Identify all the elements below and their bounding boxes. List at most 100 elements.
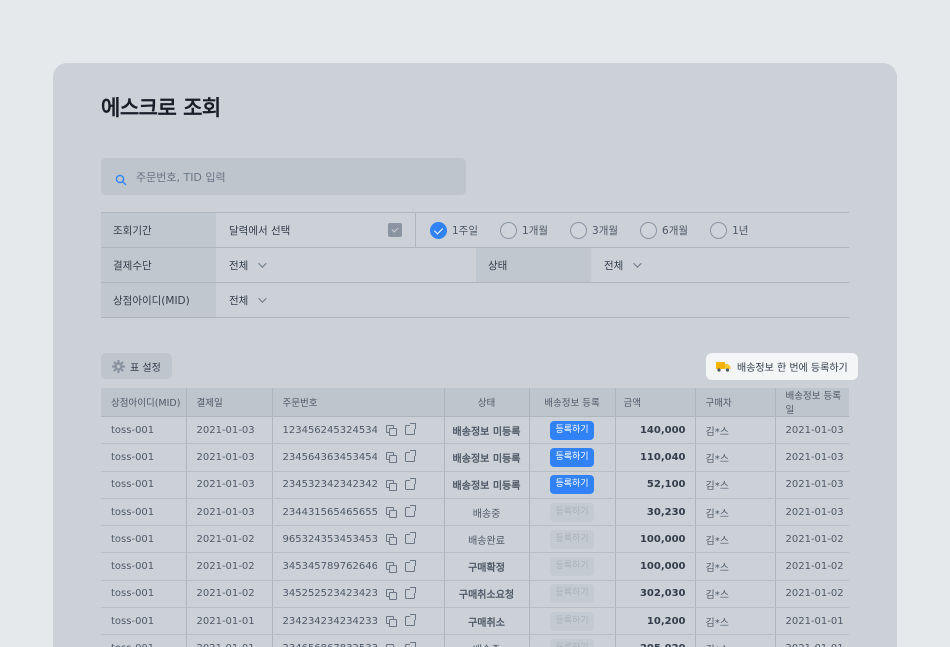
payment-select[interactable]: 전체 [216, 248, 476, 282]
copy-icon[interactable] [385, 452, 397, 464]
register-shipping-button[interactable]: 등록하기 [550, 447, 594, 467]
page-title: 에스크로 조회 [101, 96, 221, 120]
table-row: toss-001 2021-01-02 9653243534534534 배송완료 등록… [101, 525, 849, 554]
date-picker-text: 달력에서 선택 [229, 224, 291, 237]
gear-icon [112, 359, 125, 373]
period-radio-option[interactable]: 6개월 [640, 221, 689, 239]
cell-shipping: 등록하기 [529, 471, 616, 499]
mid-select[interactable]: 전체 [216, 283, 267, 317]
cell-buyer: 김*스 [695, 443, 776, 472]
cell-date: 2021-01-02 [186, 525, 273, 554]
table-row: toss-001 2021-01-01 2342342342342334 구매취소 등록… [101, 607, 849, 636]
table-row: toss-001 2021-01-03 1234562453245345 배송정보 미… [101, 416, 849, 445]
radio-unchecked-icon [710, 221, 728, 239]
cell-order: 3452525234234234 [272, 580, 445, 609]
register-shipping-button: 등록하기 [550, 529, 594, 549]
external-link-icon[interactable] [404, 450, 416, 463]
filter-row-period: 조회기간 달력에서 선택 1주일 1개월 3개월 6개월 1년 [101, 213, 849, 248]
cell-mid: toss-001 [101, 443, 187, 472]
external-link-icon[interactable] [404, 505, 416, 518]
cell-order: 2342342342342334 [272, 607, 445, 636]
cell-buyer: 김*스 [695, 607, 776, 636]
cell-date: 2021-01-01 [186, 607, 273, 636]
external-link-icon[interactable] [404, 532, 416, 545]
chevron-down-icon [258, 259, 267, 268]
cell-mid: toss-001 [101, 416, 187, 445]
copy-icon[interactable] [385, 588, 397, 600]
col-status: 상태 [444, 388, 530, 417]
cell-reg-date: 2021-01-03 [775, 443, 849, 472]
table-row: toss-001 2021-01-03 2345643634534549 배송정보 미… [101, 443, 849, 472]
cell-shipping: 등록하기 [529, 552, 616, 581]
register-shipping-button[interactable]: 등록하기 [550, 475, 594, 495]
mid-label: 상점아이디(MID) [101, 283, 216, 317]
col-buyer: 구매자 [695, 388, 776, 417]
copy-icon[interactable] [385, 507, 397, 519]
cell-status: 배송완료 [444, 525, 530, 554]
cell-reg-date: 2021-01-03 [775, 471, 849, 499]
period-radio-option[interactable]: 1주일 [430, 221, 478, 239]
copy-icon[interactable] [385, 534, 397, 546]
cell-amount: 110,040 [615, 443, 696, 472]
external-link-icon[interactable] [404, 586, 416, 599]
order-number: 2345323423423424 [282, 479, 377, 491]
search-input[interactable]: 주문번호, TID 입력 [101, 158, 466, 195]
period-radio-label: 6개월 [662, 224, 689, 237]
copy-icon[interactable] [385, 561, 397, 573]
period-radio-option[interactable]: 3개월 [570, 221, 619, 239]
cell-date: 2021-01-03 [186, 498, 273, 527]
external-link-icon[interactable] [404, 614, 416, 627]
col-mid: 상점아이디(MID) [101, 388, 187, 417]
cell-shipping: 등록하기 [529, 607, 616, 636]
status-select[interactable]: 전체 [591, 248, 642, 282]
cell-order: 9653243534534534 [272, 525, 445, 554]
cell-amount: 140,000 [615, 416, 696, 445]
table-row: toss-001 2021-01-03 2345323423423424 배송정보 미… [101, 471, 849, 499]
cell-status: 구매확정 [444, 552, 530, 581]
cell-reg-date: 2021-01-03 [775, 498, 849, 527]
cell-amount: 205,020 [615, 634, 696, 647]
mid-select-value: 전체 [229, 294, 249, 307]
col-date: 결제일 [186, 388, 273, 417]
table-settings-button[interactable]: 표 설정 [101, 353, 172, 379]
copy-icon[interactable] [385, 425, 397, 437]
cell-reg-date: 2021-01-01 [775, 634, 849, 647]
order-number: 2345643634534549 [282, 451, 377, 463]
table-row: toss-0012021-01-012346568678325334배송중등록하… [101, 634, 849, 647]
register-shipping-button: 등록하기 [550, 639, 594, 647]
period-radio-label: 3개월 [592, 224, 619, 237]
cell-mid: toss-001 [101, 552, 187, 581]
register-shipping-button: 등록하기 [550, 584, 594, 604]
date-picker[interactable]: 달력에서 선택 [216, 213, 416, 247]
external-link-icon[interactable] [404, 477, 416, 490]
table-row: toss-001 2021-01-03 2344315654656559 배송중 등록하… [101, 498, 849, 527]
period-radio-option[interactable]: 1개월 [500, 221, 548, 239]
copy-icon[interactable] [385, 643, 397, 647]
cell-status: 배송정보 미등록 [444, 416, 530, 445]
order-number: 2346568678325334 [283, 643, 377, 647]
filter-row-mid: 상점아이디(MID) 전체 [101, 283, 849, 318]
bulk-register-button[interactable]: 배송정보 한 번에 등록하기 [706, 353, 858, 380]
cell-status: 구매취소 [444, 607, 530, 636]
cell-mid: toss-001 [101, 634, 187, 647]
cell-mid: toss-001 [101, 580, 187, 609]
cell-amount: 30,230 [615, 498, 696, 527]
register-shipping-button[interactable]: 등록하기 [550, 420, 594, 440]
copy-icon[interactable] [385, 479, 397, 491]
external-link-icon[interactable] [404, 423, 416, 436]
cell-order: 2345323423423424 [272, 471, 445, 499]
cell-reg-date: 2021-01-02 [775, 580, 849, 609]
period-radio-option[interactable]: 1년 [710, 221, 748, 239]
cell-reg-date: 2021-01-01 [775, 607, 849, 636]
status-select-value: 전체 [604, 259, 624, 272]
copy-icon[interactable] [385, 616, 397, 628]
cell-shipping: 등록하기 [529, 525, 616, 554]
radio-unchecked-icon [500, 221, 518, 239]
cell-mid: toss-001 [101, 498, 187, 527]
external-link-icon[interactable] [404, 641, 416, 647]
external-link-icon[interactable] [404, 559, 416, 572]
cell-buyer: 김*스 [695, 498, 776, 527]
cell-status: 구매취소요청 [444, 580, 530, 609]
cell-amount: 100,000 [615, 552, 696, 581]
cell-date: 2021-01-03 [186, 443, 273, 472]
